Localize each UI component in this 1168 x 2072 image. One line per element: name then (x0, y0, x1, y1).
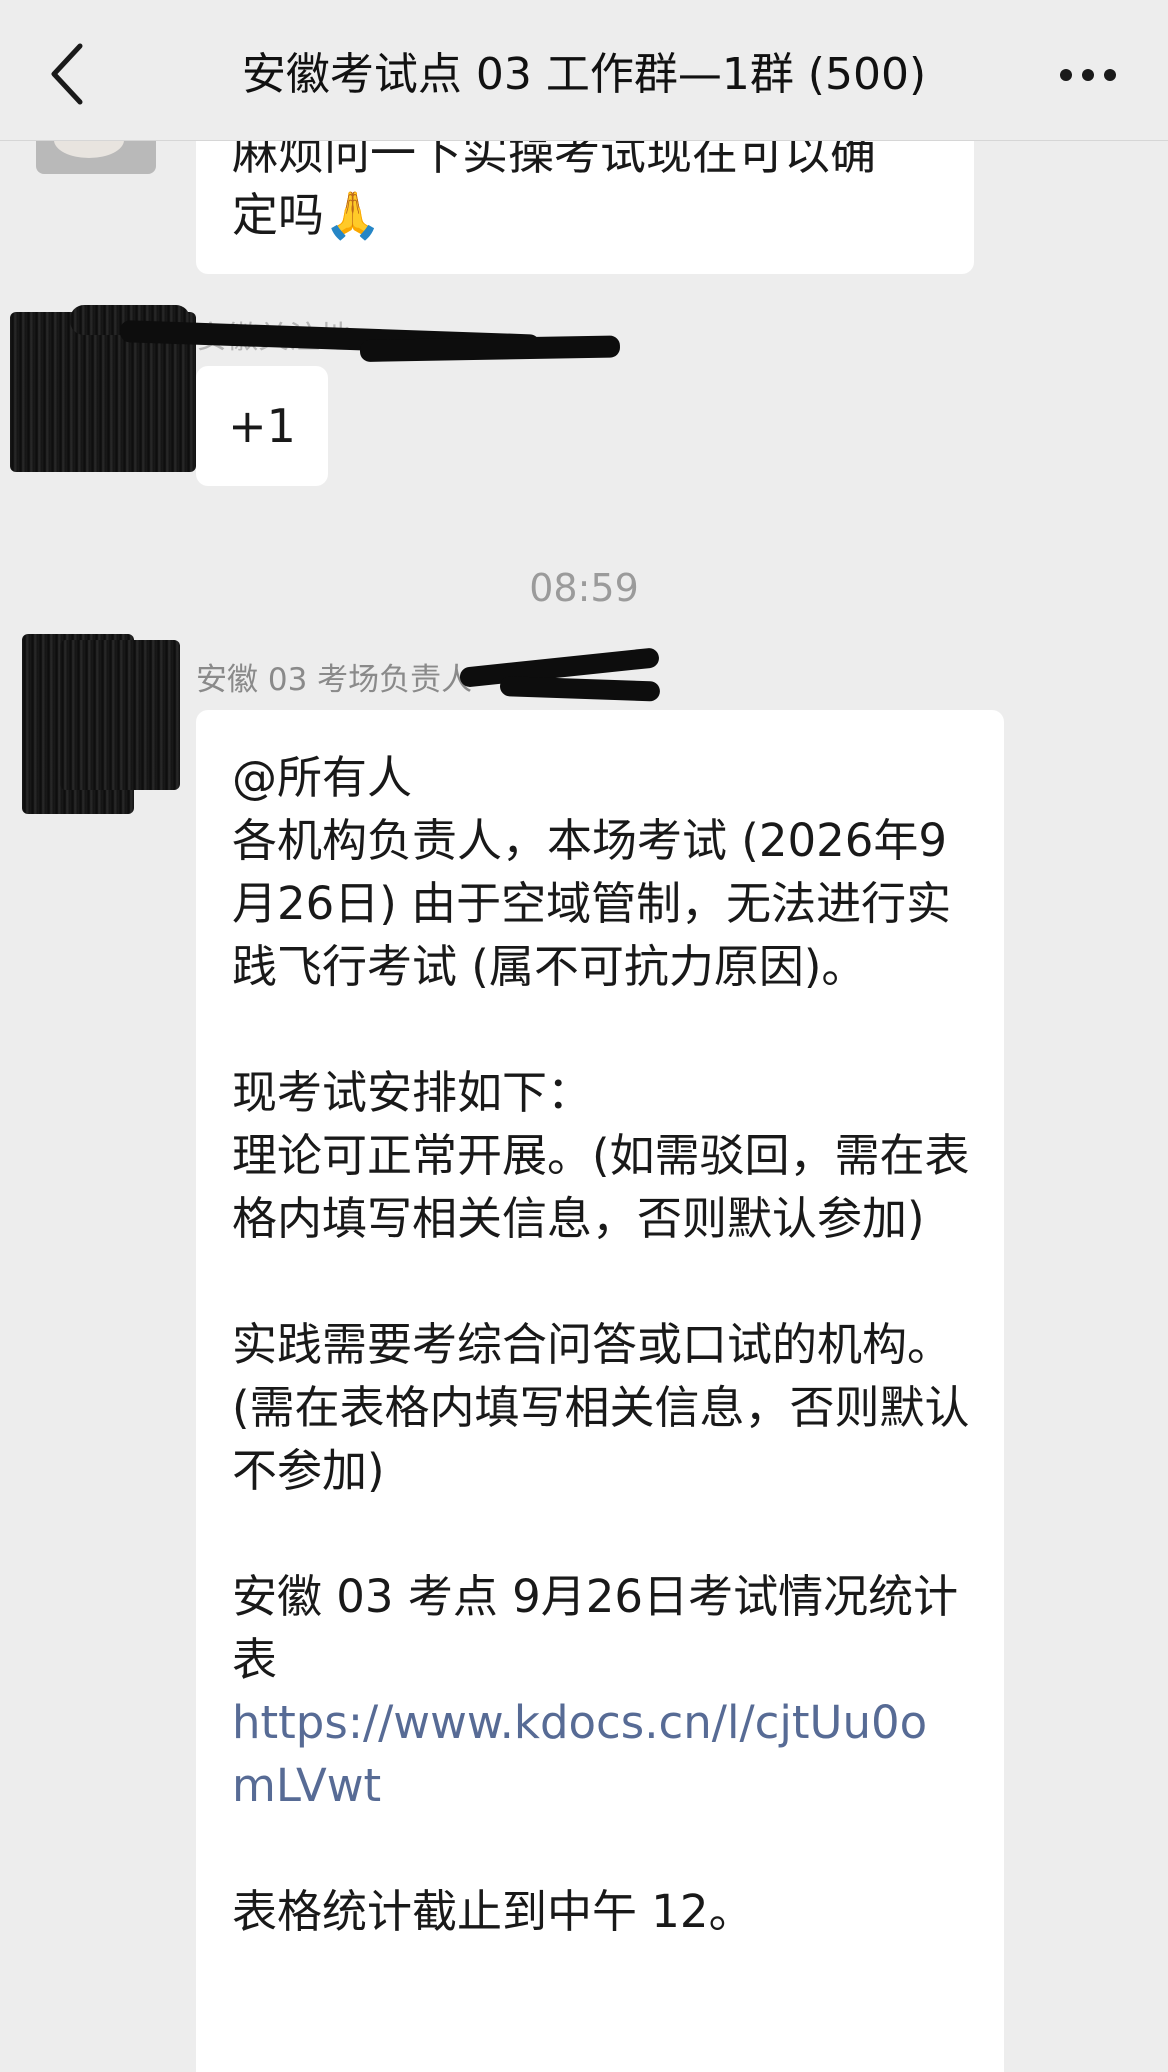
chevron-left-icon (51, 43, 83, 105)
announcement-text: @所有人 各机构负责人，本场考试 (2026年9月26日) 由于空域管制，无法进… (232, 751, 970, 1686)
message-bubble[interactable]: +1 (196, 366, 328, 486)
redaction-mark (499, 676, 661, 702)
chat-area[interactable]: 麻烦问一下实操考试现在可以确 定吗🙏 安徽关注地… +1 08:59 安徽 03… (0, 0, 1168, 2072)
back-button[interactable] (40, 36, 100, 112)
chat-header: 安徽考试点 03 工作群—1群 (500) (0, 0, 1168, 141)
chat-title: 安徽考试点 03 工作群—1群 (500) (241, 49, 927, 100)
redaction-mark (60, 640, 180, 790)
announcement-text: 表格统计截止到中午 12。 (232, 1885, 754, 1938)
document-link[interactable]: https://www.kdocs.cn/l/cjtUu0omLVwt (232, 1696, 927, 1812)
redaction-mark (359, 335, 621, 362)
message-timestamp: 08:59 (529, 566, 639, 610)
more-dots-icon (1060, 69, 1116, 81)
message-text-line: 定吗🙏 (232, 188, 382, 242)
announcement-bubble[interactable]: @所有人 各机构负责人，本场考试 (2026年9月26日) 由于空域管制，无法进… (196, 710, 1004, 2072)
sender-name: 安徽 03 考场负责人 (196, 662, 473, 698)
more-button[interactable] (1048, 40, 1128, 110)
